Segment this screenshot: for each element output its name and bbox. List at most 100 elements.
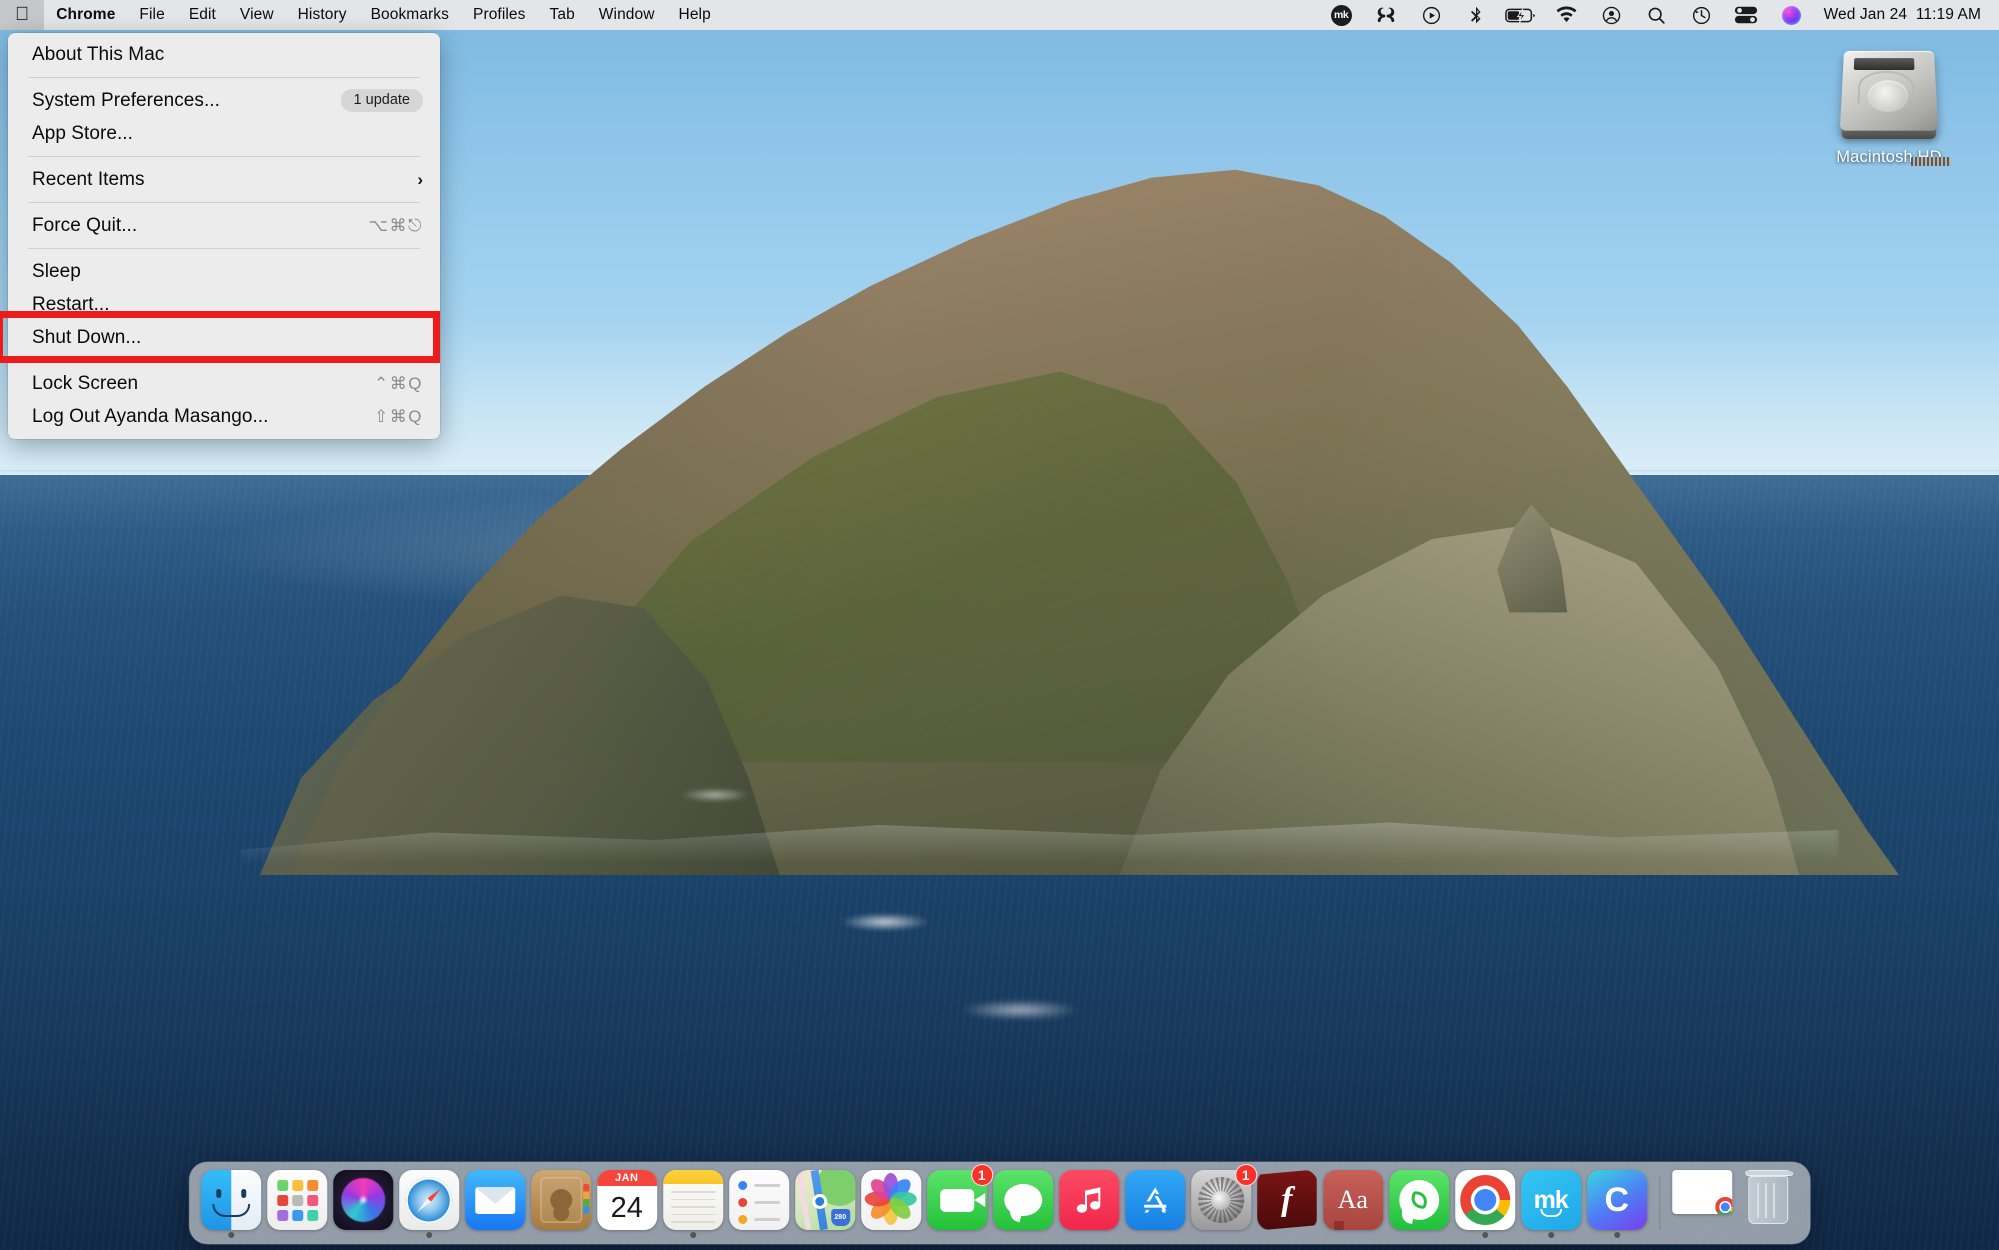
photos-icon — [860, 1170, 921, 1230]
menu-bar-item-edit[interactable]: Edit — [177, 0, 228, 30]
launchpad-icon — [266, 1170, 327, 1230]
user-account-icon[interactable] — [1589, 0, 1634, 30]
menu-item-system-preferences[interactable]: System Preferences... 1 update — [8, 84, 440, 117]
chevron-right-icon: › — [417, 169, 423, 189]
desktop-icon-macintosh-hd[interactable]: Macintosh HD — [1819, 48, 1959, 167]
dock-item-system-preferences[interactable]: 1 — [1188, 1164, 1257, 1239]
dock-item-c-app[interactable]: C — [1584, 1167, 1650, 1239]
wifi-icon[interactable] — [1544, 0, 1589, 30]
dock-item-flash-player[interactable]: f — [1254, 1167, 1320, 1239]
menu-separator — [28, 360, 420, 361]
dock-item-siri[interactable] — [330, 1167, 396, 1239]
menu-bar-left:  Chrome File Edit View History Bookmark… — [0, 0, 723, 30]
menu-bar-item-profiles[interactable]: Profiles — [461, 0, 537, 30]
reminders-icon — [728, 1170, 789, 1230]
wallpaper-sea-foam — [839, 912, 930, 931]
screen-record-icon[interactable] — [1409, 0, 1454, 30]
spotlight-search-icon[interactable] — [1634, 0, 1679, 30]
menu-item-label: System Preferences... — [32, 89, 220, 111]
safari-icon — [398, 1170, 459, 1230]
menu-bar-item-bookmarks[interactable]: Bookmarks — [359, 0, 461, 30]
dock-item-mail[interactable] — [462, 1167, 528, 1239]
dock-item-app-store[interactable] — [1122, 1167, 1188, 1239]
c-app-icon: C — [1586, 1170, 1647, 1230]
running-indicator — [689, 1232, 696, 1238]
siri-icon[interactable] — [1769, 0, 1814, 30]
finder-icon — [200, 1170, 261, 1230]
dock-item-launchpad[interactable] — [264, 1167, 330, 1239]
running-indicator — [1481, 1232, 1488, 1238]
menu-bar-item-help[interactable]: Help — [667, 0, 723, 30]
notes-icon — [662, 1170, 723, 1230]
dock-item-minimized-window[interactable] — [1669, 1167, 1735, 1239]
adobe-creative-cloud-icon[interactable] — [1364, 0, 1409, 30]
menu-item-app-store[interactable]: App Store... — [8, 117, 440, 150]
running-indicator — [425, 1232, 432, 1238]
menu-separator — [28, 77, 420, 78]
dock-item-dictionary[interactable]: Aa — [1320, 1167, 1386, 1239]
dock-item-contacts[interactable] — [528, 1167, 594, 1239]
menu-item-recent-items[interactable]: Recent Items › — [8, 163, 440, 196]
calendar-day: 24 — [610, 1191, 643, 1224]
menu-item-sleep[interactable]: Sleep — [8, 255, 440, 288]
menu-item-label: Sleep — [32, 260, 81, 282]
dock-item-messages[interactable] — [990, 1167, 1056, 1239]
menu-item-label: Recent Items — [32, 168, 145, 190]
menu-item-lock-screen[interactable]: Lock Screen ⌃⌘Q — [8, 367, 440, 400]
dock-item-calendar[interactable]: JAN 24 — [594, 1167, 660, 1239]
dock-item-whatsapp[interactable] — [1386, 1167, 1452, 1239]
dock: JAN 24 280 1 1 f Aa mk C — [188, 1162, 1811, 1244]
dock-item-safari[interactable] — [396, 1167, 462, 1239]
dock-item-chrome[interactable] — [1452, 1167, 1518, 1239]
menu-separator — [28, 202, 420, 203]
c-app-glyph: C — [1604, 1180, 1630, 1219]
menu-item-about-this-mac[interactable]: About This Mac — [8, 38, 440, 71]
dock-item-facetime[interactable]: 1 — [924, 1164, 993, 1239]
battery-charging-icon[interactable] — [1499, 0, 1544, 30]
menu-bar-item-window[interactable]: Window — [587, 0, 667, 30]
menu-bar-item-view[interactable]: View — [228, 0, 286, 30]
dictionary-glyph: Aa — [1337, 1185, 1368, 1214]
menu-item-force-quit[interactable]: Force Quit... ⌥⌘⎋ — [8, 209, 440, 242]
apple-menu-button[interactable]:  — [0, 0, 45, 30]
menu-bar-item-tab[interactable]: Tab — [538, 0, 587, 30]
menu-separator — [28, 248, 420, 249]
running-indicator — [1613, 1232, 1620, 1238]
dock-item-photos[interactable] — [858, 1167, 924, 1239]
menu-separator — [28, 156, 420, 157]
dock-item-notes[interactable] — [660, 1167, 726, 1239]
menu-bar-clock[interactable]: Wed Jan 24 11:19 AM — [1814, 6, 1985, 24]
chrome-icon — [1454, 1170, 1515, 1230]
menu-item-shortcut: ⌥⌘⎋ — [368, 215, 423, 235]
menu-bar-item-file[interactable]: File — [127, 0, 176, 30]
time-machine-icon[interactable] — [1679, 0, 1724, 30]
menu-item-shortcut: ⇧⌘Q — [374, 406, 423, 426]
dock-item-finder[interactable] — [198, 1167, 264, 1239]
menu-item-label: App Store... — [32, 122, 133, 144]
dock-item-music[interactable] — [1056, 1167, 1122, 1239]
music-icon — [1058, 1170, 1119, 1230]
system-preferences-badge: 1 — [1234, 1164, 1257, 1186]
menu-item-label: Lock Screen — [32, 372, 139, 394]
menu-bar-item-history[interactable]: History — [286, 0, 359, 30]
menu-item-restart[interactable]: Restart... — [8, 288, 440, 321]
facetime-badge: 1 — [970, 1164, 993, 1186]
control-center-icon[interactable] — [1724, 0, 1769, 30]
menu-bar-status-area: mk Wed Jan 24 11:19 AM — [1319, 0, 1999, 30]
calendar-month: JAN — [596, 1170, 657, 1186]
bluetooth-icon[interactable] — [1454, 0, 1499, 30]
menu-item-shut-down[interactable]: Shut Down... — [8, 321, 440, 354]
mk-menu-extra-icon[interactable]: mk — [1319, 0, 1364, 30]
trash-icon — [1738, 1170, 1798, 1230]
menu-item-log-out[interactable]: Log Out Ayanda Masango... ⇧⌘Q — [8, 400, 440, 433]
menu-item-label: About This Mac — [32, 43, 165, 65]
menu-bar-item-chrome[interactable]: Chrome — [44, 0, 127, 30]
dock-item-trash[interactable] — [1735, 1167, 1801, 1239]
whatsapp-icon — [1388, 1170, 1449, 1230]
hard-drive-icon — [1839, 48, 1951, 166]
dock-item-reminders[interactable] — [726, 1167, 792, 1239]
menu-item-shortcut: ⌃⌘Q — [374, 373, 423, 393]
dock-item-maps[interactable]: 280 — [792, 1167, 858, 1239]
dock-divider — [1658, 1176, 1661, 1230]
dock-item-mk-app[interactable]: mk — [1518, 1167, 1584, 1239]
